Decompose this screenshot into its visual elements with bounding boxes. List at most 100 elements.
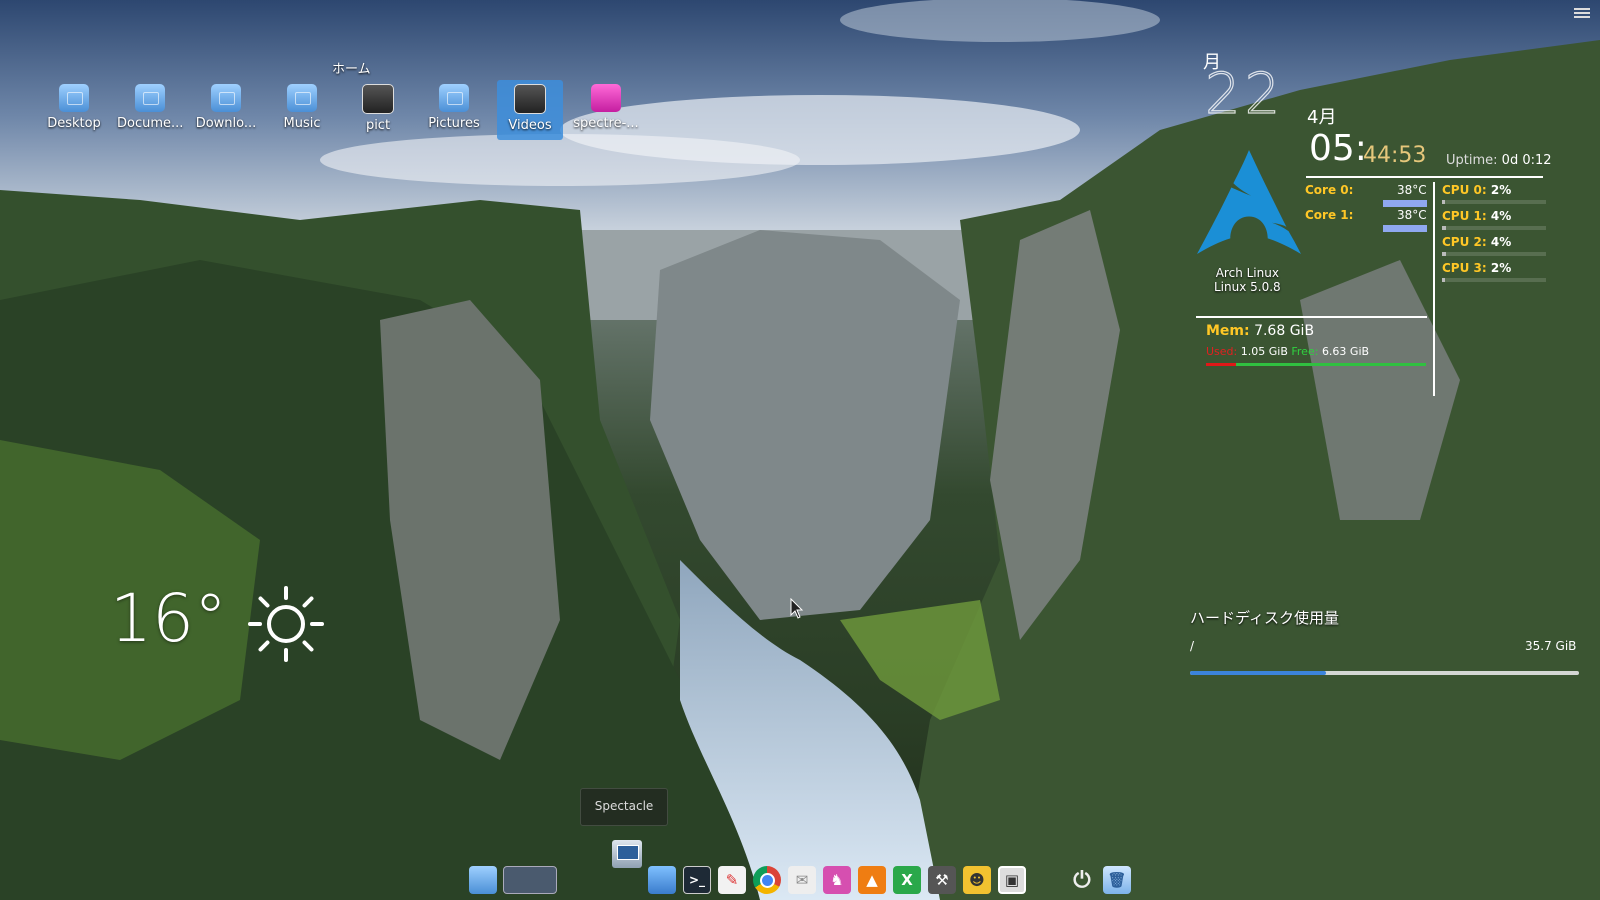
dock-tooltip: Spectacle	[580, 788, 668, 826]
image-viewer-icon[interactable]: ▣	[998, 866, 1026, 894]
image-thumbnail-icon	[362, 84, 394, 114]
folder-view-title: ホーム	[332, 62, 371, 77]
desktop-item-label: Videos	[508, 118, 552, 133]
terminal-icon[interactable]: >_	[683, 866, 711, 894]
cpu-0-bar	[1442, 200, 1546, 204]
settings-wrench-icon[interactable]: ⚒	[928, 866, 956, 894]
cpu-3-usage: CPU 3: 2%	[1442, 261, 1511, 275]
cpu-1-usage: CPU 1: 4%	[1442, 209, 1511, 223]
spectacle-icon[interactable]	[612, 840, 642, 868]
uptime: Uptime: 0d 0:12	[1446, 153, 1552, 168]
uptime-value: 0d 0:12	[1501, 153, 1552, 168]
desktop-item-videos[interactable]: Videos	[497, 80, 563, 140]
memory-total-value: 7.68 GiB	[1254, 323, 1315, 339]
file-manager-icon[interactable]	[469, 866, 497, 894]
core-1-temp-bar	[1383, 225, 1427, 232]
clock-hours: 05:	[1309, 128, 1367, 169]
desktop-item-pictures[interactable]: Pictures	[421, 80, 487, 140]
clock-minutes-seconds: 44:53	[1363, 143, 1427, 168]
video-thumbnail-icon	[514, 84, 546, 114]
chrome-icon[interactable]	[753, 866, 781, 894]
desktop-item-label: pict	[365, 118, 391, 133]
desktop-item-label: Pictures	[428, 116, 480, 131]
cpu-1-bar-fill	[1442, 226, 1447, 230]
pictures-folder-icon	[439, 84, 469, 112]
folder-icon[interactable]	[648, 866, 676, 894]
memory-bar	[1206, 363, 1426, 366]
cpu-2-usage: CPU 2: 4%	[1442, 235, 1511, 249]
text-editor-icon[interactable]: ✎	[718, 866, 746, 894]
memory-divider	[1196, 316, 1427, 318]
desktop-item-label: Docume...	[117, 116, 184, 131]
memory-used-label: Used:	[1206, 345, 1238, 358]
mail-icon[interactable]: ✉	[788, 866, 816, 894]
memory-total: Mem: 7.68 GiB	[1206, 323, 1314, 339]
desktop-item-label: spectre-...	[573, 116, 639, 131]
distro-info: Arch Linux Linux 5.0.8	[1214, 266, 1281, 294]
music-folder-icon	[287, 84, 317, 112]
pink-document-icon	[591, 84, 621, 112]
power-icon[interactable]: ⏻	[1068, 866, 1096, 894]
distro-name: Arch Linux	[1215, 266, 1279, 280]
desktop-item-pict[interactable]: pict	[345, 80, 411, 140]
desktop-item-spectre[interactable]: spectre-...	[573, 80, 639, 140]
memory-label: Mem:	[1206, 323, 1250, 339]
desktop-item-downloads[interactable]: Downlo...	[193, 80, 259, 140]
clock-divider	[1306, 176, 1543, 178]
cpu-2-label: CPU 2:	[1442, 235, 1487, 249]
desktop-item-music[interactable]: Music	[269, 80, 335, 140]
monitor-vertical-divider	[1433, 182, 1435, 396]
hamburger-menu-icon[interactable]	[1574, 6, 1590, 20]
cpu-3-value: 2%	[1490, 261, 1512, 275]
cpu-0-value: 2%	[1490, 183, 1512, 197]
desktop-item-label: Desktop	[47, 116, 101, 131]
cpu-0-usage: CPU 0: 2%	[1442, 183, 1511, 197]
spreadsheet-icon[interactable]: X	[893, 866, 921, 894]
core-1-label: Core 1:	[1305, 208, 1354, 222]
desktop-folder-icon	[59, 84, 89, 112]
cpu-3-bar-fill	[1442, 278, 1446, 282]
memory-free-label: Free:	[1291, 345, 1319, 358]
memory-bar-used	[1206, 363, 1237, 366]
clock-day: 22	[1204, 61, 1285, 127]
uptime-label: Uptime:	[1446, 153, 1498, 168]
cpu-3-bar	[1442, 278, 1546, 282]
downloads-folder-icon	[211, 84, 241, 112]
pacman-ghost-icon[interactable]: ☻	[963, 866, 991, 894]
trash-icon[interactable]: 🗑	[1103, 866, 1131, 894]
memory-detail: Used: 1.05 GiB Free: 6.63 GiB	[1206, 345, 1369, 358]
core-0-temp-bar	[1383, 200, 1427, 207]
core-1-temp: 38°C	[1397, 208, 1427, 222]
cpu-2-bar-fill	[1442, 252, 1447, 256]
cpu-1-bar	[1442, 226, 1546, 230]
desktop-item-documents[interactable]: Docume...	[117, 80, 183, 140]
desktop-item-desktop[interactable]: Desktop	[41, 80, 107, 140]
vlc-icon[interactable]: ▲	[858, 866, 886, 894]
desktop-item-label: Downlo...	[195, 116, 257, 131]
sun-icon	[248, 586, 324, 662]
disk-size: 35.7 GiB	[1525, 639, 1577, 653]
cpu-3-label: CPU 3:	[1442, 261, 1487, 275]
cpu-2-bar	[1442, 252, 1546, 256]
weather-temperature: 16°	[110, 580, 227, 657]
core-0-label: Core 0:	[1305, 183, 1354, 197]
core-0-temp: 38°C	[1397, 183, 1427, 197]
cpu-0-label: CPU 0:	[1442, 183, 1487, 197]
clock-month: 4月	[1307, 107, 1337, 128]
disk-usage-title: ハードディスク使用量	[1190, 609, 1339, 627]
disk-usage-bar	[1190, 671, 1579, 675]
memory-used-value: 1.05 GiB	[1240, 345, 1288, 358]
mouse-cursor-icon	[790, 598, 804, 619]
documents-folder-icon	[135, 84, 165, 112]
cpu-2-value: 4%	[1490, 235, 1512, 249]
kernel-version: Linux 5.0.8	[1214, 280, 1281, 294]
arch-linux-logo-icon	[1197, 150, 1301, 254]
catfish-icon[interactable]: ♞	[823, 866, 851, 894]
disk-usage-bar-fill	[1190, 671, 1327, 675]
cpu-1-value: 4%	[1490, 209, 1512, 223]
cpu-0-bar-fill	[1442, 200, 1446, 204]
disk-mount-point: /	[1190, 639, 1195, 653]
virtual-desktops-icon[interactable]	[503, 866, 557, 894]
desktop-item-label: Music	[283, 116, 321, 131]
cpu-1-label: CPU 1:	[1442, 209, 1487, 223]
